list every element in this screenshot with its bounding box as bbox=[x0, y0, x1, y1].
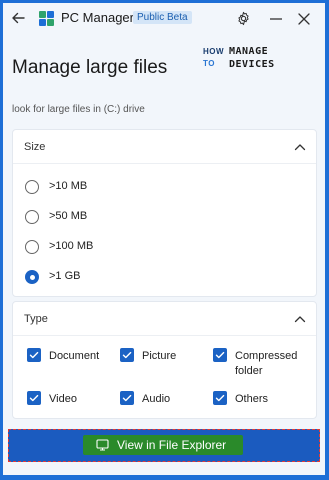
minimize-icon[interactable] bbox=[268, 11, 284, 27]
watermark-manage: MANAGE bbox=[229, 46, 269, 57]
watermark-how: HOW bbox=[203, 47, 225, 56]
radio-button[interactable] bbox=[25, 180, 39, 194]
pc-manager-window: PC Manager Public Beta HOW TO MANAGE DEV… bbox=[3, 3, 325, 475]
checkbox-checked[interactable] bbox=[120, 348, 134, 362]
type-option-video[interactable]: Video bbox=[27, 391, 107, 421]
radio-button-selected[interactable] bbox=[25, 270, 39, 284]
watermark-to: TO bbox=[203, 59, 215, 68]
public-beta-badge: Public Beta bbox=[133, 11, 192, 24]
type-section-title: Type bbox=[24, 313, 48, 325]
type-option-label: Others bbox=[235, 393, 269, 405]
app-logo-icon bbox=[39, 11, 54, 26]
type-option-label: Audio bbox=[142, 393, 171, 405]
footer-action-bar: View in File Explorer bbox=[8, 429, 320, 462]
type-option-compressed-folder[interactable]: Compressed folder bbox=[213, 348, 303, 378]
close-icon[interactable] bbox=[296, 11, 312, 27]
type-option-others[interactable]: Others bbox=[213, 391, 303, 421]
type-option-audio[interactable]: Audio bbox=[120, 391, 200, 421]
checkbox-checked[interactable] bbox=[27, 391, 41, 405]
watermark-devices: DEVICES bbox=[229, 59, 275, 70]
chevron-up-icon[interactable] bbox=[294, 314, 306, 324]
view-in-file-explorer-label: View in File Explorer bbox=[117, 438, 227, 452]
type-section-header[interactable]: Type bbox=[13, 302, 316, 336]
app-title: PC Manager bbox=[61, 10, 134, 25]
size-section-title: Size bbox=[24, 141, 46, 153]
size-option-label: >50 MB bbox=[49, 210, 88, 222]
size-option-label: >10 MB bbox=[49, 180, 88, 192]
howtomanagedevices-watermark: HOW TO MANAGE DEVICES bbox=[201, 45, 291, 75]
title-bar: PC Manager Public Beta bbox=[3, 3, 325, 33]
radio-button[interactable] bbox=[25, 210, 39, 224]
type-filter-card: Type Document Picture Compressed folder bbox=[12, 301, 317, 419]
back-arrow-icon[interactable] bbox=[10, 10, 26, 26]
size-section-header[interactable]: Size bbox=[13, 130, 316, 164]
type-option-document[interactable]: Document bbox=[27, 348, 107, 378]
file-explorer-icon bbox=[96, 439, 109, 451]
checkbox-checked[interactable] bbox=[120, 391, 134, 405]
type-option-label: Document bbox=[49, 350, 100, 362]
size-option-label: >1 GB bbox=[49, 270, 81, 282]
size-filter-card: Size >10 MB >50 MB >100 MB >1 GB bbox=[12, 129, 317, 297]
size-option-label: >100 MB bbox=[49, 240, 94, 252]
checkbox-checked[interactable] bbox=[213, 391, 227, 405]
view-in-file-explorer-button[interactable]: View in File Explorer bbox=[83, 435, 243, 455]
type-option-label: Picture bbox=[142, 350, 177, 362]
checkbox-checked[interactable] bbox=[213, 348, 227, 362]
type-option-picture[interactable]: Picture bbox=[120, 348, 200, 378]
type-option-label: Compressed folder bbox=[235, 350, 298, 377]
type-option-label: Video bbox=[49, 393, 77, 405]
page-subtitle: look for large files in (C:) drive bbox=[12, 104, 145, 115]
checkbox-checked[interactable] bbox=[27, 348, 41, 362]
page-title: Manage large files bbox=[12, 57, 168, 78]
radio-button[interactable] bbox=[25, 240, 39, 254]
settings-icon[interactable] bbox=[236, 11, 251, 26]
chevron-up-icon[interactable] bbox=[294, 142, 306, 152]
